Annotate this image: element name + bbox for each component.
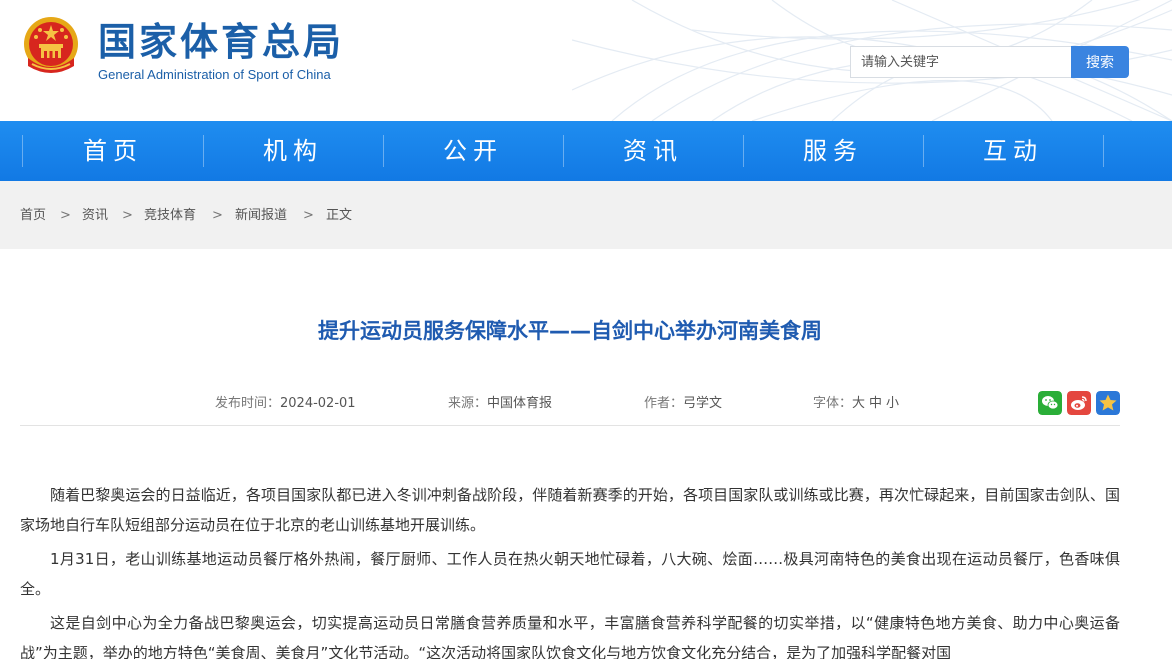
favorite-icon[interactable] (1096, 391, 1120, 415)
font-size-medium[interactable]: 中 (869, 396, 882, 411)
author-meta: 作者：弓学文 (644, 396, 722, 412)
font-size-large[interactable]: 大 (852, 396, 865, 411)
nav-item-organization[interactable]: 机构 (203, 121, 383, 181)
breadcrumb-home[interactable]: 首页 (20, 208, 46, 224)
publish-date: 2024-02-01 (280, 396, 356, 411)
font-size-label: 字体： (813, 396, 853, 411)
font-size-control: 字体：大中小 (813, 396, 903, 412)
search-input[interactable] (850, 46, 1072, 78)
breadcrumb-news-reports[interactable]: 新闻报道 (235, 208, 287, 224)
weibo-icon[interactable] (1067, 391, 1091, 415)
source-label: 来源： (448, 396, 488, 411)
site-name-english: General Administration of Sport of China (98, 67, 331, 82)
nav-separator (1103, 135, 1104, 167)
author: 弓学文 (683, 396, 723, 411)
nav-item-services[interactable]: 服务 (743, 121, 923, 181)
main-nav: 首页 机构 公开 资讯 服务 互动 (0, 121, 1172, 181)
article-paragraph: 随着巴黎奥运会的日益临近，各项目国家队都已进入冬训冲刺备战阶段，伴随着新赛季的开… (20, 486, 1120, 534)
publish-date-meta: 发布时间：2024-02-01 (215, 396, 356, 412)
breadcrumb-separator: > (303, 208, 314, 223)
breadcrumb-competitive-sports[interactable]: 竞技体育 (144, 208, 196, 224)
author-label: 作者： (644, 396, 684, 411)
breadcrumb-separator: > (122, 208, 133, 223)
font-size-small[interactable]: 小 (886, 396, 899, 411)
meta-divider (20, 425, 1120, 426)
national-emblem-icon (24, 17, 78, 73)
source: 中国体育报 (487, 396, 553, 411)
nav-item-news[interactable]: 资讯 (563, 121, 743, 181)
nav-item-interaction[interactable]: 互动 (923, 121, 1103, 181)
breadcrumb-separator: > (212, 208, 223, 223)
breadcrumb-news[interactable]: 资讯 (82, 208, 108, 224)
site-name[interactable]: 国家体育总局 (98, 20, 344, 64)
source-meta: 来源：中国体育报 (448, 396, 552, 412)
site-header: 国家体育总局 General Administration of Sport o… (0, 0, 1172, 121)
article-body: 随着巴黎奥运会的日益临近，各项目国家队都已进入冬训冲刺备战阶段，伴随着新赛季的开… (20, 480, 1120, 659)
article-paragraph: 1月31日，老山训练基地运动员餐厅格外热闹，餐厅厨师、工作人员在热火朝天地忙碌着… (20, 550, 1120, 598)
article-title: 提升运动员服务保障水平——自剑中心举办河南美食周 (318, 319, 822, 343)
article-paragraph: 这是自剑中心为全力备战巴黎奥运会，切实提高运动员日常膳食营养质量和水平，丰富膳食… (20, 614, 1120, 659)
search-button[interactable]: 搜索 (1071, 46, 1129, 78)
wechat-icon[interactable] (1038, 391, 1062, 415)
nav-item-home[interactable]: 首页 (23, 121, 203, 181)
breadcrumb-current: 正文 (326, 208, 353, 223)
nav-item-public[interactable]: 公开 (383, 121, 563, 181)
publish-date-label: 发布时间： (215, 396, 281, 411)
breadcrumb: 首页 > 资讯 > 竞技体育 > 新闻报道 > 正文 (0, 181, 1172, 249)
breadcrumb-separator: > (60, 208, 71, 223)
